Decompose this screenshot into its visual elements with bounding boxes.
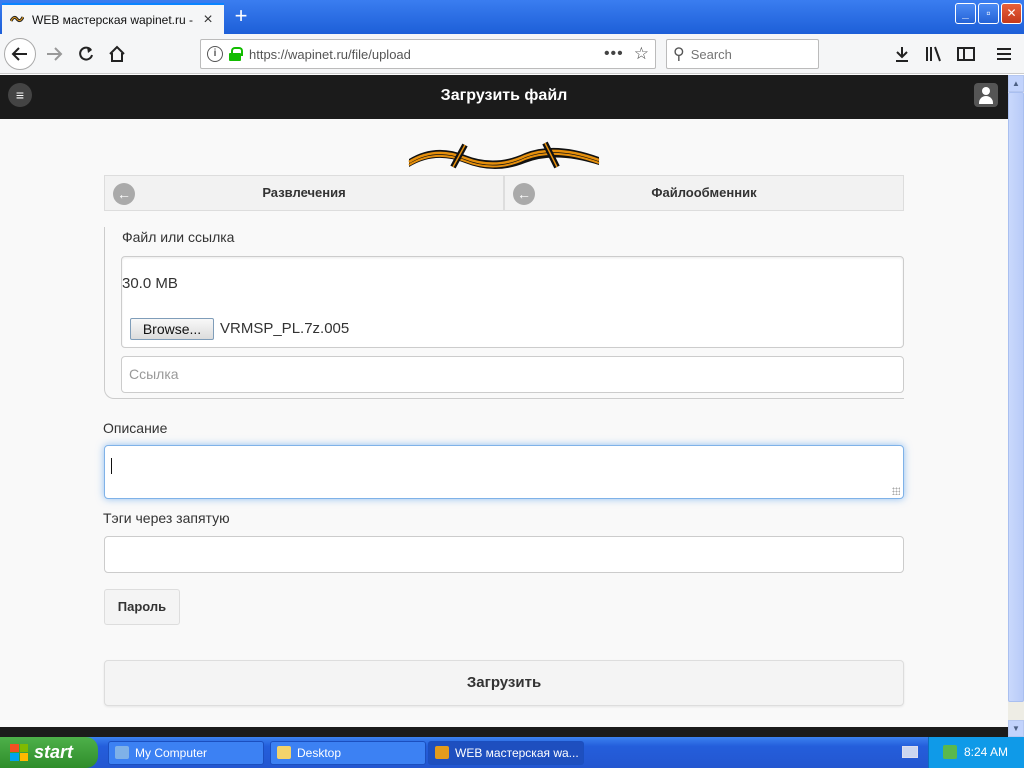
site-header: ≡ Загрузить файл: [0, 75, 1008, 119]
breadcrumb-fileshare[interactable]: ← Файлообменник: [504, 175, 904, 211]
upload-submit-button[interactable]: Загрузить: [104, 660, 904, 706]
back-arrow-icon: [11, 47, 27, 61]
page-content: ← Развлечения ← Файлообменник Файл или с…: [0, 119, 1008, 727]
browser-tab[interactable]: WEB мастерская wapinet.ru - Загрузить фа…: [2, 3, 224, 34]
start-button[interactable]: start: [0, 737, 98, 768]
computer-icon: [115, 746, 129, 759]
st-george-ribbon-logo: [408, 141, 600, 169]
site-favicon-icon: [435, 746, 449, 759]
breadcrumb-entertainment[interactable]: ← Развлечения: [104, 175, 504, 211]
file-upload-box: 30.0 MB Browse... VRMSP_PL.7z.005: [121, 256, 904, 348]
minimize-button[interactable]: _: [955, 3, 976, 24]
file-or-link-legend: Файл или ссылка: [122, 229, 235, 245]
forward-button[interactable]: [38, 38, 70, 70]
scroll-down-icon[interactable]: ▼: [1008, 720, 1024, 737]
sidebar-toggle-icon[interactable]: [952, 40, 980, 68]
close-window-button[interactable]: ✕: [1001, 3, 1022, 24]
tags-input[interactable]: [104, 536, 904, 573]
window-controls: _ ▫ ✕: [955, 3, 1022, 24]
taskbar-item-my-computer[interactable]: My Computer: [108, 741, 264, 765]
tab-close-icon[interactable]: ×: [200, 11, 216, 29]
taskbar: start My Computer Desktop WEB мастерская…: [0, 737, 1024, 768]
bookmark-star-icon[interactable]: ☆: [634, 44, 649, 64]
scrollbar-thumb[interactable]: [1008, 92, 1024, 702]
url-text[interactable]: https://wapinet.ru/file/upload: [249, 47, 604, 62]
user-icon[interactable]: [974, 83, 998, 107]
reload-icon: [79, 46, 93, 61]
taskbar-item-label: My Computer: [135, 746, 208, 760]
breadcrumb-label: Файлообменник: [651, 185, 757, 200]
resize-grip-icon[interactable]: [892, 487, 900, 495]
arrow-left-icon: ←: [113, 183, 135, 205]
taskbar-item-label: Desktop: [297, 746, 342, 760]
maximize-button[interactable]: ▫: [978, 3, 999, 24]
text-caret: [111, 458, 112, 474]
browser-toolbar: i https://wapinet.ru/file/upload ••• ☆ ⚲: [0, 34, 1024, 74]
search-box[interactable]: ⚲: [666, 39, 819, 69]
page-scrollbar[interactable]: ▲ ▼: [1008, 75, 1024, 737]
back-button[interactable]: [4, 38, 36, 70]
site-favicon-icon: [9, 13, 25, 27]
clock[interactable]: 8:24 AM: [964, 745, 1008, 759]
description-textarea[interactable]: [104, 445, 904, 499]
hamburger-menu-icon[interactable]: [990, 40, 1018, 68]
home-button[interactable]: [101, 38, 133, 70]
password-button[interactable]: Пароль: [104, 589, 180, 625]
windows-logo-icon: [10, 744, 28, 761]
selected-file-name: VRMSP_PL.7z.005: [220, 320, 350, 337]
taskbar-item-browser[interactable]: WEB мастерская wa...: [428, 741, 584, 765]
page-title: Загрузить файл: [440, 87, 568, 104]
taskbar-item-label: WEB мастерская wa...: [455, 746, 579, 760]
tab-title: WEB мастерская wapinet.ru - Загрузить фа…: [32, 12, 196, 27]
tags-label: Тэги через запятую: [103, 510, 230, 526]
arrow-left-icon: ←: [513, 183, 535, 205]
scroll-up-icon[interactable]: ▲: [1008, 75, 1024, 92]
info-icon[interactable]: i: [207, 46, 223, 62]
folder-icon: [277, 746, 291, 759]
downloads-icon[interactable]: [888, 40, 916, 68]
library-icon[interactable]: [920, 40, 948, 68]
search-icon: ⚲: [673, 46, 685, 63]
start-label: start: [34, 742, 74, 762]
page-actions-icon[interactable]: •••: [604, 45, 624, 63]
reload-button[interactable]: [70, 38, 102, 70]
forward-arrow-icon: [47, 47, 63, 61]
max-file-size: 30.0 MB: [122, 275, 178, 292]
network-icon[interactable]: [943, 745, 957, 759]
description-label: Описание: [103, 420, 168, 436]
link-input[interactable]: Ссылка: [121, 356, 904, 393]
search-input[interactable]: [690, 46, 801, 62]
address-bar[interactable]: i https://wapinet.ru/file/upload ••• ☆: [200, 39, 656, 69]
system-tray: 8:24 AM: [928, 737, 1024, 768]
secure-lock-icon: [229, 47, 243, 61]
breadcrumb-label: Развлечения: [262, 185, 346, 200]
browse-button[interactable]: Browse...: [130, 318, 214, 340]
taskbar-item-desktop[interactable]: Desktop: [270, 741, 426, 765]
site-footer-bar: [0, 727, 1008, 737]
browser-titlebar: WEB мастерская wapinet.ru - Загрузить фа…: [0, 0, 1024, 34]
keyboard-layout-icon[interactable]: [902, 746, 918, 758]
breadcrumb: ← Развлечения ← Файлообменник: [104, 175, 904, 211]
home-icon: [109, 45, 125, 62]
new-tab-button[interactable]: +: [228, 4, 254, 30]
